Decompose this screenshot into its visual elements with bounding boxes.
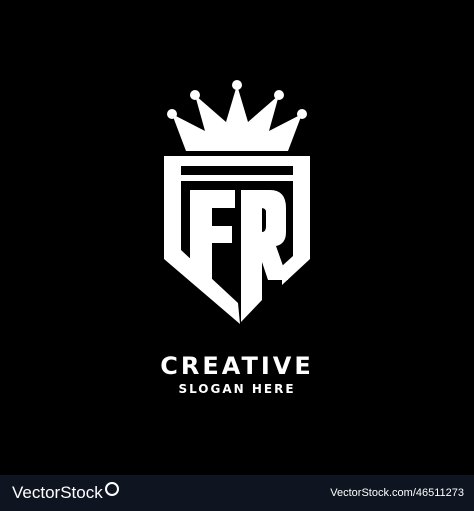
shield-icon xyxy=(164,156,310,324)
watermark-footer: VectorStock VectorStock.com/46511273 xyxy=(0,475,474,511)
monogram-letter-f xyxy=(190,190,235,293)
logo-headline: CREATIVE xyxy=(160,352,314,380)
footer-source[interactable]: VectorStock.com/46511273 xyxy=(330,487,464,499)
crown-icon xyxy=(167,80,307,151)
logo-canvas: CREATIVE SLOGAN HERE VectorStock VectorS… xyxy=(0,0,474,511)
logo-tagline: SLOGAN HERE xyxy=(178,382,296,396)
logo-emblem xyxy=(164,80,310,324)
footer-brand-text: VectorStock xyxy=(12,483,103,502)
monogram-letter-r xyxy=(241,190,288,322)
registered-circle-icon xyxy=(104,482,119,496)
footer-brand[interactable]: VectorStock xyxy=(12,482,119,503)
